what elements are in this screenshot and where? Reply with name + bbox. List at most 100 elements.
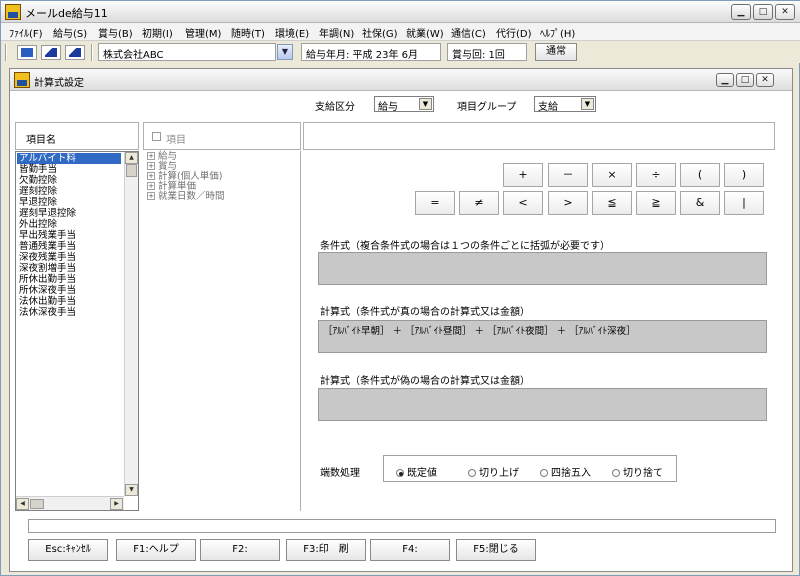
op-greater-equal-button[interactable]: ≧	[636, 191, 676, 215]
minimize-icon[interactable]: ▁	[731, 4, 751, 20]
expand-icon[interactable]: +	[147, 192, 155, 200]
op-plus-button[interactable]: +	[503, 163, 543, 187]
prev-record-icon[interactable]	[41, 45, 61, 60]
dialog-close-icon[interactable]: ✕	[756, 73, 774, 87]
menu-comm[interactable]: 通信(C)	[451, 25, 486, 40]
chevron-down-icon[interactable]: ▼	[277, 44, 293, 60]
list-item[interactable]: 法休深夜手当	[17, 307, 121, 318]
rounding-round-radio[interactable]: 四捨五入	[540, 464, 591, 479]
group-select[interactable]: 支給 ▼	[534, 96, 596, 113]
list-item[interactable]: 深夜残業手当	[17, 252, 121, 263]
menu-social-insurance[interactable]: 社保(G)	[362, 25, 398, 40]
menu-help[interactable]: ﾍﾙﾌﾟ(H)	[540, 25, 575, 40]
radio-label: 既定値	[407, 468, 437, 479]
toolbar-separator	[91, 44, 93, 61]
hscroll-thumb[interactable]	[30, 499, 44, 509]
list-hscrollbar[interactable]: ◀ ▶	[16, 496, 124, 510]
maximize-icon[interactable]: □	[753, 4, 773, 20]
op-open-paren-button[interactable]: (	[680, 163, 720, 187]
list-item[interactable]: 深夜割増手当	[17, 263, 121, 274]
menu-initial[interactable]: 初期(I)	[142, 25, 173, 40]
menu-anytime[interactable]: 随時(T)	[231, 25, 265, 40]
list-item[interactable]: 遅刻早退控除	[17, 208, 121, 219]
scroll-up-icon[interactable]: ▲	[125, 152, 138, 164]
op-multiply-button[interactable]: ×	[592, 163, 632, 187]
op-less-equal-button[interactable]: ≦	[592, 191, 632, 215]
scroll-right-icon[interactable]: ▶	[110, 498, 123, 510]
menu-year-end[interactable]: 年調(N)	[319, 25, 354, 40]
op-less-than-button[interactable]: <	[503, 191, 543, 215]
formula-settings-dialog: 計算式設定 ▁ □ ✕ 支給区分 給与 ▼ 項目グループ 支給 ▼ 項目名 アル…	[9, 68, 793, 572]
group-label: 項目グループ	[457, 102, 517, 113]
list-item[interactable]: 早退控除	[17, 197, 121, 208]
list-item[interactable]: 欠勤控除	[17, 175, 121, 186]
expand-icon[interactable]: +	[147, 152, 155, 160]
op-not-equal-button[interactable]: ≠	[459, 191, 499, 215]
tree-header-checkbox[interactable]	[152, 132, 161, 141]
rounding-group: 既定値 切り上げ 四捨五入 切り捨て	[383, 455, 677, 482]
f2-button[interactable]: F2:	[200, 539, 280, 561]
f5-close-button[interactable]: F5:閉じる	[456, 539, 536, 561]
op-equal-button[interactable]: =	[415, 191, 455, 215]
toolbar-grip	[5, 44, 7, 61]
expand-icon[interactable]: +	[147, 162, 155, 170]
op-minus-button[interactable]: －	[548, 163, 588, 187]
scroll-down-icon[interactable]: ▼	[125, 484, 138, 496]
false-formula-input[interactable]	[318, 388, 767, 421]
list-item[interactable]: 法休出勤手当	[17, 296, 121, 307]
category-value: 給与	[378, 102, 398, 113]
list-item[interactable]: 普通残業手当	[17, 241, 121, 252]
category-select[interactable]: 給与 ▼	[374, 96, 434, 113]
op-greater-than-button[interactable]: >	[548, 191, 588, 215]
list-vscrollbar[interactable]: ▲ ▼	[124, 152, 138, 496]
rounding-floor-radio[interactable]: 切り捨て	[612, 464, 663, 479]
rounding-ceil-radio[interactable]: 切り上げ	[468, 464, 519, 479]
mode-button[interactable]: 通常	[535, 43, 577, 61]
op-divide-button[interactable]: ÷	[636, 163, 676, 187]
expand-icon[interactable]: +	[147, 172, 155, 180]
list-item[interactable]: 所休深夜手当	[17, 285, 121, 296]
op-and-button[interactable]: &	[680, 191, 720, 215]
list-item[interactable]: 遅刻控除	[17, 186, 121, 197]
scroll-thumb[interactable]	[126, 164, 137, 177]
radio-label: 切り捨て	[623, 468, 663, 479]
menu-salary[interactable]: 給与(S)	[53, 25, 87, 40]
item-list-header: 項目名	[15, 122, 139, 150]
status-bar	[28, 519, 776, 533]
true-formula-input[interactable]: ［ｱﾙﾊﾞｲﾄ早朝］ ＋ ［ｱﾙﾊﾞｲﾄ昼間］ ＋ ［ｱﾙﾊﾞｲﾄ夜間］ ＋ ［…	[318, 320, 767, 353]
formula-panel-header	[303, 122, 775, 150]
chevron-down-icon[interactable]: ▼	[581, 98, 594, 110]
menu-environment[interactable]: 環境(E)	[275, 25, 309, 40]
dialog-minimize-icon[interactable]: ▁	[716, 73, 734, 87]
list-item[interactable]: 皆勤手当	[17, 164, 121, 175]
menu-work[interactable]: 就業(W)	[406, 25, 444, 40]
esc-cancel-button[interactable]: Esc:ｷｬﾝｾﾙ	[28, 539, 108, 561]
op-or-button[interactable]: |	[724, 191, 764, 215]
expand-icon[interactable]: +	[147, 182, 155, 190]
list-item[interactable]: 外出控除	[17, 219, 121, 230]
radio-checked-icon	[396, 469, 404, 477]
chevron-down-icon[interactable]: ▼	[419, 98, 432, 110]
rounding-default-radio[interactable]: 既定値	[396, 464, 437, 479]
scroll-left-icon[interactable]: ◀	[16, 498, 29, 510]
save-icon[interactable]	[17, 45, 37, 60]
menu-proxy[interactable]: 代行(D)	[496, 25, 532, 40]
company-select[interactable]: 株式会社ABC	[98, 43, 276, 61]
menu-bonus[interactable]: 賞与(B)	[98, 25, 133, 40]
tree-node[interactable]: + 就業日数／時間	[147, 192, 225, 202]
next-record-icon[interactable]	[65, 45, 85, 60]
item-list-header-label: 項目名	[26, 135, 56, 146]
op-close-paren-button[interactable]: )	[724, 163, 764, 187]
menu-manage[interactable]: 管理(M)	[185, 25, 221, 40]
list-item[interactable]: 所休出勤手当	[17, 274, 121, 285]
f4-button[interactable]: F4:	[370, 539, 450, 561]
condition-input[interactable]	[318, 252, 767, 285]
list-item[interactable]: 早出残業手当	[17, 230, 121, 241]
f3-print-button[interactable]: F3:印 刷	[286, 539, 366, 561]
menu-file[interactable]: ﾌｧｲﾙ(F)	[9, 25, 43, 40]
dialog-maximize-icon[interactable]: □	[736, 73, 754, 87]
f1-help-button[interactable]: F1:ヘルプ	[116, 539, 196, 561]
close-icon[interactable]: ✕	[775, 4, 795, 20]
item-list[interactable]: アルバイト料 皆勤手当 欠勤控除 遅刻控除 早退控除 遅刻早退控除 外出控除 早…	[15, 151, 139, 511]
list-item[interactable]: アルバイト料	[17, 153, 121, 164]
